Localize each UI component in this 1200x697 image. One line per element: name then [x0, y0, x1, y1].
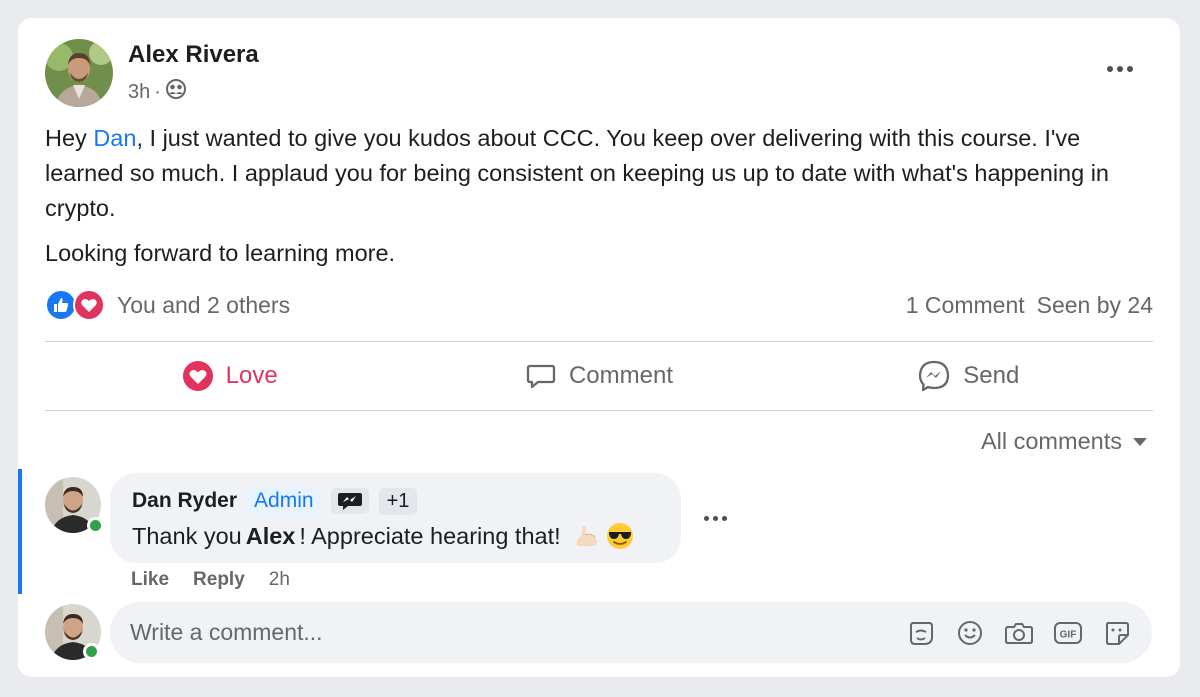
- divider: [45, 410, 1153, 411]
- comments-filter-dropdown[interactable]: All comments: [981, 428, 1148, 455]
- author-avatar[interactable]: [45, 39, 113, 107]
- composer-tools: GIF: [906, 618, 1132, 648]
- comment-like-link[interactable]: Like: [131, 569, 169, 591]
- post-options-button[interactable]: [1107, 66, 1133, 72]
- reactions-text: You and 2 others: [117, 291, 291, 318]
- comment-composer: GIF: [110, 602, 1152, 663]
- comment-actions: Like Reply 2h: [131, 569, 290, 591]
- more-dot: [1117, 66, 1123, 72]
- svg-text:GIF: GIF: [1060, 629, 1077, 640]
- comment-bubble: Dan Ryder Admin +1 Thank you Alex! Appre…: [110, 473, 681, 563]
- post-paragraph: Looking forward to learning more.: [45, 240, 396, 266]
- commenter-name[interactable]: Dan Ryder: [132, 489, 237, 513]
- emoji-icon[interactable]: [955, 618, 985, 648]
- send-button[interactable]: Send: [784, 342, 1153, 410]
- camera-icon[interactable]: [1004, 618, 1034, 648]
- comment-text: Thank you Alex! Appreciate hearing that!: [132, 521, 659, 551]
- comment-text-part: ! Appreciate hearing that!: [299, 522, 561, 549]
- seen-by-link[interactable]: Seen by 24: [1037, 292, 1153, 319]
- messenger-icon: [919, 360, 950, 392]
- comment-time[interactable]: 2h: [269, 569, 290, 591]
- sunglasses-emoji-icon: [605, 521, 635, 551]
- comment-input[interactable]: [130, 619, 830, 646]
- send-label: Send: [963, 362, 1020, 389]
- more-dot: [1107, 66, 1113, 72]
- more-dot: [704, 516, 709, 521]
- post-paragraph: Hey Dan, I just wanted to give you kudos…: [45, 121, 1155, 226]
- more-dot: [1127, 66, 1133, 72]
- admin-badge[interactable]: Admin: [247, 487, 321, 515]
- post-stats: 1 Comment Seen by 24: [906, 292, 1153, 319]
- avatar-sticker-icon[interactable]: [906, 618, 936, 648]
- love-icon: [182, 361, 213, 391]
- sticker-icon[interactable]: [1102, 618, 1132, 648]
- caret-down-icon: [1133, 437, 1147, 446]
- comment-highlight-bar: [18, 469, 22, 594]
- comment-options-button[interactable]: [704, 516, 727, 521]
- flexed-biceps-emoji-icon: [573, 522, 601, 550]
- comment-header: Dan Ryder Admin +1: [132, 487, 659, 515]
- post-body: Hey Dan, I just wanted to give you kudos…: [45, 121, 1155, 281]
- more-dot: [713, 516, 718, 521]
- post-actions: Love Comment Send: [45, 342, 1153, 410]
- love-reaction-icon: [73, 289, 105, 321]
- mention-link[interactable]: Dan: [93, 125, 136, 151]
- love-button[interactable]: Love: [45, 342, 414, 410]
- comments-filter-label: All comments: [980, 428, 1122, 454]
- comment-text-part: Thank you: [132, 522, 242, 549]
- gif-icon[interactable]: GIF: [1053, 618, 1083, 648]
- comment-label: Comment: [568, 362, 673, 389]
- meta-separator: ·: [154, 80, 161, 103]
- post-text: , I just wanted to give you kudos about …: [45, 125, 1110, 221]
- post-meta: 3h ·: [128, 78, 187, 106]
- author-name[interactable]: Alex Rivera: [128, 41, 259, 69]
- online-status-dot: [83, 643, 100, 660]
- reactions-summary[interactable]: You and 2 others: [45, 289, 290, 321]
- love-label: Love: [225, 362, 278, 389]
- more-dot: [722, 516, 727, 521]
- comment-icon: [526, 364, 556, 389]
- comment-text-bold: Alex: [245, 522, 296, 549]
- post-time[interactable]: 3h: [128, 81, 150, 104]
- friends-icon[interactable]: [165, 78, 187, 106]
- comments-count-link[interactable]: 1 Comment: [906, 292, 1025, 319]
- reaction-icons: [45, 289, 105, 321]
- extra-badges-count[interactable]: +1: [378, 487, 418, 515]
- comment-reply-link[interactable]: Reply: [193, 569, 245, 591]
- online-status-dot: [87, 517, 104, 534]
- post-text: Hey: [45, 125, 94, 151]
- reactions-row: You and 2 others 1 Comment Seen by 24: [45, 287, 1153, 323]
- post-card: Alex Rivera 3h · Hey Dan, I just wanted …: [18, 18, 1180, 677]
- comment-button[interactable]: Comment: [414, 342, 783, 410]
- conversation-starter-badge-icon[interactable]: [330, 488, 369, 514]
